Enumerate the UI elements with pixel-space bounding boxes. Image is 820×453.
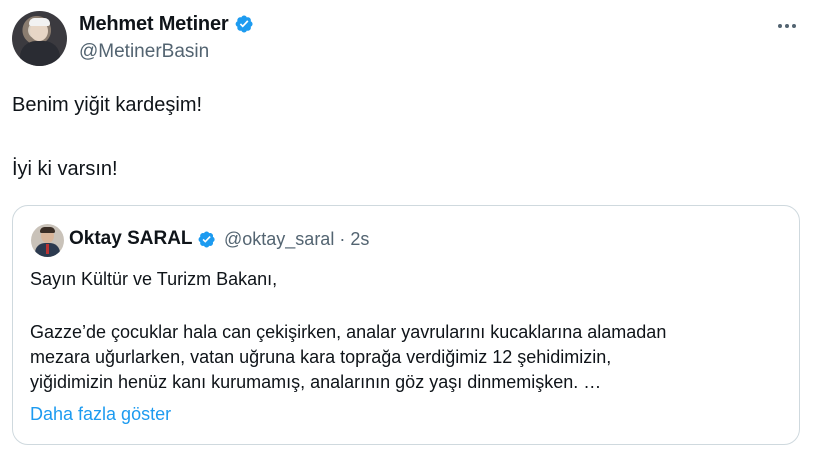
avatar-figure-tie (46, 244, 49, 254)
quoted-author-avatar (31, 224, 64, 257)
dot (785, 24, 789, 28)
author-name[interactable]: Mehmet Metiner (79, 13, 229, 36)
avatar-figure-hair (29, 18, 50, 26)
quoted-text-line: Sayın Kültür ve Turizm Bakanı, (30, 269, 278, 289)
author-avatar[interactable] (12, 11, 67, 66)
more-options-icon[interactable] (775, 18, 799, 34)
quoted-tweet[interactable]: Oktay SARAL @oktay_saral · 2s Sayın Kült… (12, 205, 800, 445)
tweet-text-line: İyi ki varsın! (12, 158, 118, 180)
tweet-card: Mehmet Metiner @MetinerBasin Benim yiğit… (0, 0, 820, 453)
author-handle[interactable]: @MetinerBasin (79, 41, 209, 63)
quoted-text-line: yiğidimizin henüz kanı kurumamış, analar… (30, 372, 602, 392)
dot (792, 24, 796, 28)
avatar-figure-body (20, 41, 60, 66)
tweet-text-line: Benim yiğit kardeşim! (12, 94, 203, 116)
verified-badge-icon (198, 231, 215, 248)
quoted-text-line: mezara uğurlarken, vatan uğruna kara top… (30, 347, 612, 367)
show-more-link[interactable]: Daha fazla göster (30, 404, 171, 425)
dot (778, 24, 782, 28)
avatar-figure-hair (40, 227, 55, 233)
quoted-author-name: Oktay SARAL (69, 228, 193, 249)
quoted-handle-time: @oktay_saral · 2s (224, 229, 370, 249)
quoted-text-line: Gazze’de çocuklar hala can çekişirken, a… (30, 322, 667, 342)
verified-badge-icon (235, 15, 253, 33)
